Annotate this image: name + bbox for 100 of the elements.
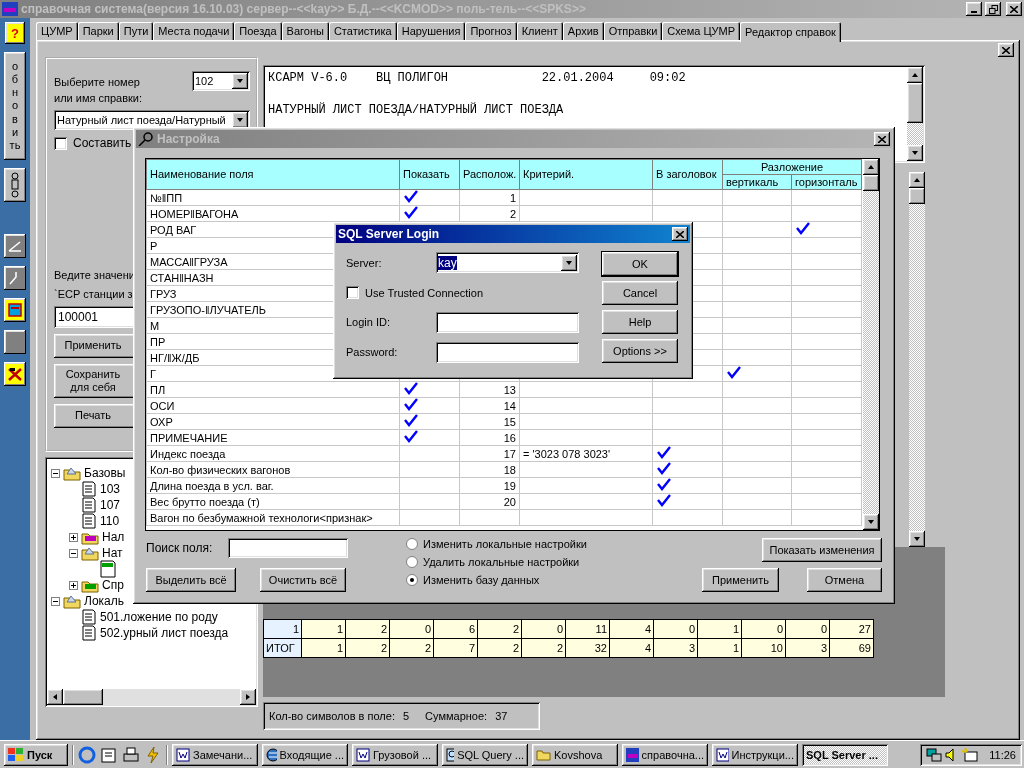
radio-icon[interactable]: [406, 538, 418, 550]
help-button[interactable]: ?: [5, 22, 25, 44]
taskbar-button[interactable]: Входящие ...: [262, 743, 348, 766]
dialog-button[interactable]: Help: [602, 310, 678, 334]
checkbox-cell[interactable]: [791, 477, 862, 494]
checkbox-cell[interactable]: [722, 461, 792, 478]
checkbox-cell[interactable]: [399, 461, 460, 478]
checkbox-cell[interactable]: [399, 509, 460, 526]
checkbox-cell[interactable]: [791, 493, 862, 510]
printer-icon[interactable]: [122, 745, 140, 764]
scroll-down-button[interactable]: [907, 145, 923, 161]
taskbar-button[interactable]: SQL Server ...: [802, 743, 888, 766]
scroll-down-button[interactable]: [909, 531, 925, 547]
tab[interactable]: Отправки: [603, 22, 663, 40]
checkbox-cell[interactable]: [722, 445, 792, 462]
tab[interactable]: Места подачи: [153, 22, 235, 40]
checkbox-cell[interactable]: [722, 205, 792, 222]
checkbox-cell[interactable]: [652, 429, 723, 446]
checkbox-cell[interactable]: [722, 253, 792, 270]
report-dropdown[interactable]: Натурный лист поезда/Натурный: [54, 110, 250, 130]
tree-item[interactable]: Нал: [102, 530, 125, 544]
checkbox-cell[interactable]: [722, 493, 792, 510]
taskbar-button[interactable]: Инструкци...: [712, 743, 798, 766]
scroll-left-button[interactable]: [47, 689, 63, 705]
checkbox-cell[interactable]: [722, 509, 792, 526]
checkbox-cell[interactable]: [652, 397, 723, 414]
network-icon[interactable]: [926, 747, 942, 762]
tree-item[interactable]: 103: [100, 482, 121, 496]
radio-label[interactable]: Изменить локальные настройки: [423, 538, 587, 550]
show-changes-button[interactable]: Показать изменения: [762, 538, 882, 562]
checkbox-cell[interactable]: [652, 477, 723, 494]
tab[interactable]: Нарушения: [396, 22, 466, 40]
scroll-thumb[interactable]: [909, 188, 925, 204]
checkbox-cell[interactable]: [722, 333, 792, 350]
checkbox-cell[interactable]: [722, 317, 792, 334]
scheduler-icon[interactable]: [962, 747, 978, 762]
checkbox-cell[interactable]: [652, 461, 723, 478]
line-tool-button[interactable]: [4, 266, 26, 290]
number-dropdown[interactable]: 102: [192, 71, 250, 91]
scroll-right-button[interactable]: [240, 689, 256, 705]
minimize-button[interactable]: [966, 2, 982, 16]
scrollbar-track[interactable]: [907, 67, 923, 161]
tab[interactable]: Пути: [118, 22, 154, 40]
checkbox-cell[interactable]: [399, 397, 460, 414]
checkbox-cell[interactable]: [791, 317, 862, 334]
cancel-button[interactable]: Отмена: [807, 568, 882, 592]
scrollbar-track[interactable]: [863, 159, 879, 530]
scroll-thumb[interactable]: [907, 83, 923, 123]
checkbox-cell[interactable]: [399, 413, 460, 430]
checkbox-cell[interactable]: [791, 253, 862, 270]
expand-icon[interactable]: [69, 580, 78, 590]
taskbar-button[interactable]: SQL Query ...: [442, 743, 528, 766]
tab[interactable]: Вагоны: [281, 22, 329, 40]
checkbox-cell[interactable]: [791, 205, 862, 222]
close-button[interactable]: [874, 132, 890, 146]
dialog-button[interactable]: OK: [602, 252, 678, 276]
notepad-icon[interactable]: [100, 745, 118, 764]
scroll-down-button[interactable]: [863, 514, 879, 530]
tree-item[interactable]: 110: [100, 514, 120, 528]
taskbar-button[interactable]: Замечани...: [172, 743, 258, 766]
checkbox-cell[interactable]: [791, 349, 862, 366]
scroll-thumb[interactable]: [863, 175, 879, 191]
taskbar-button[interactable]: Грузовой ...: [352, 743, 438, 766]
checkbox-cell[interactable]: [791, 189, 862, 206]
search-field[interactable]: [228, 538, 349, 558]
tab[interactable]: ЦУМР: [36, 22, 78, 40]
checkbox-cell[interactable]: [722, 381, 792, 398]
radio-icon[interactable]: [406, 574, 418, 586]
tab[interactable]: Парки: [77, 22, 119, 40]
tree-item[interactable]: Базовы: [84, 466, 126, 480]
expand-icon[interactable]: [69, 532, 78, 542]
tab[interactable]: Клиент: [516, 22, 563, 40]
collapse-icon[interactable]: [69, 548, 78, 558]
checkbox-cell[interactable]: [791, 509, 862, 526]
tools-button[interactable]: [4, 362, 26, 386]
tree-item[interactable]: Локаль: [84, 594, 124, 608]
tab[interactable]: Схема ЦУМР: [662, 22, 741, 40]
clear-all-button[interactable]: Очистить всё: [260, 568, 346, 592]
checkbox-cell[interactable]: [722, 429, 792, 446]
checkbox-cell[interactable]: [791, 445, 862, 462]
radio-label[interactable]: Изменить базу данных: [423, 574, 540, 586]
checkbox-cell[interactable]: [399, 189, 460, 206]
checkbox-cell[interactable]: [652, 445, 723, 462]
blank-button[interactable]: [4, 330, 26, 354]
restore-button[interactable]: [985, 2, 1001, 16]
tree-item[interactable]: Спр: [102, 578, 124, 592]
tree-item[interactable]: Нат: [102, 546, 123, 560]
tab[interactable]: Статистика: [328, 22, 397, 40]
server-dropdown[interactable]: kay: [436, 252, 579, 274]
checkbox-cell[interactable]: [722, 413, 792, 430]
tab[interactable]: Редактор справок: [740, 22, 841, 42]
taskbar-button[interactable]: справочна...: [622, 743, 708, 766]
tab[interactable]: Архив: [562, 22, 604, 40]
checkbox-cell[interactable]: [791, 381, 862, 398]
checkbox-cell[interactable]: [652, 413, 723, 430]
checkbox-cell[interactable]: [791, 221, 862, 238]
checkbox-cell[interactable]: [791, 461, 862, 478]
radio-icon[interactable]: [406, 556, 418, 568]
checkbox-cell[interactable]: [399, 445, 460, 462]
scroll-up-button[interactable]: [907, 67, 923, 83]
